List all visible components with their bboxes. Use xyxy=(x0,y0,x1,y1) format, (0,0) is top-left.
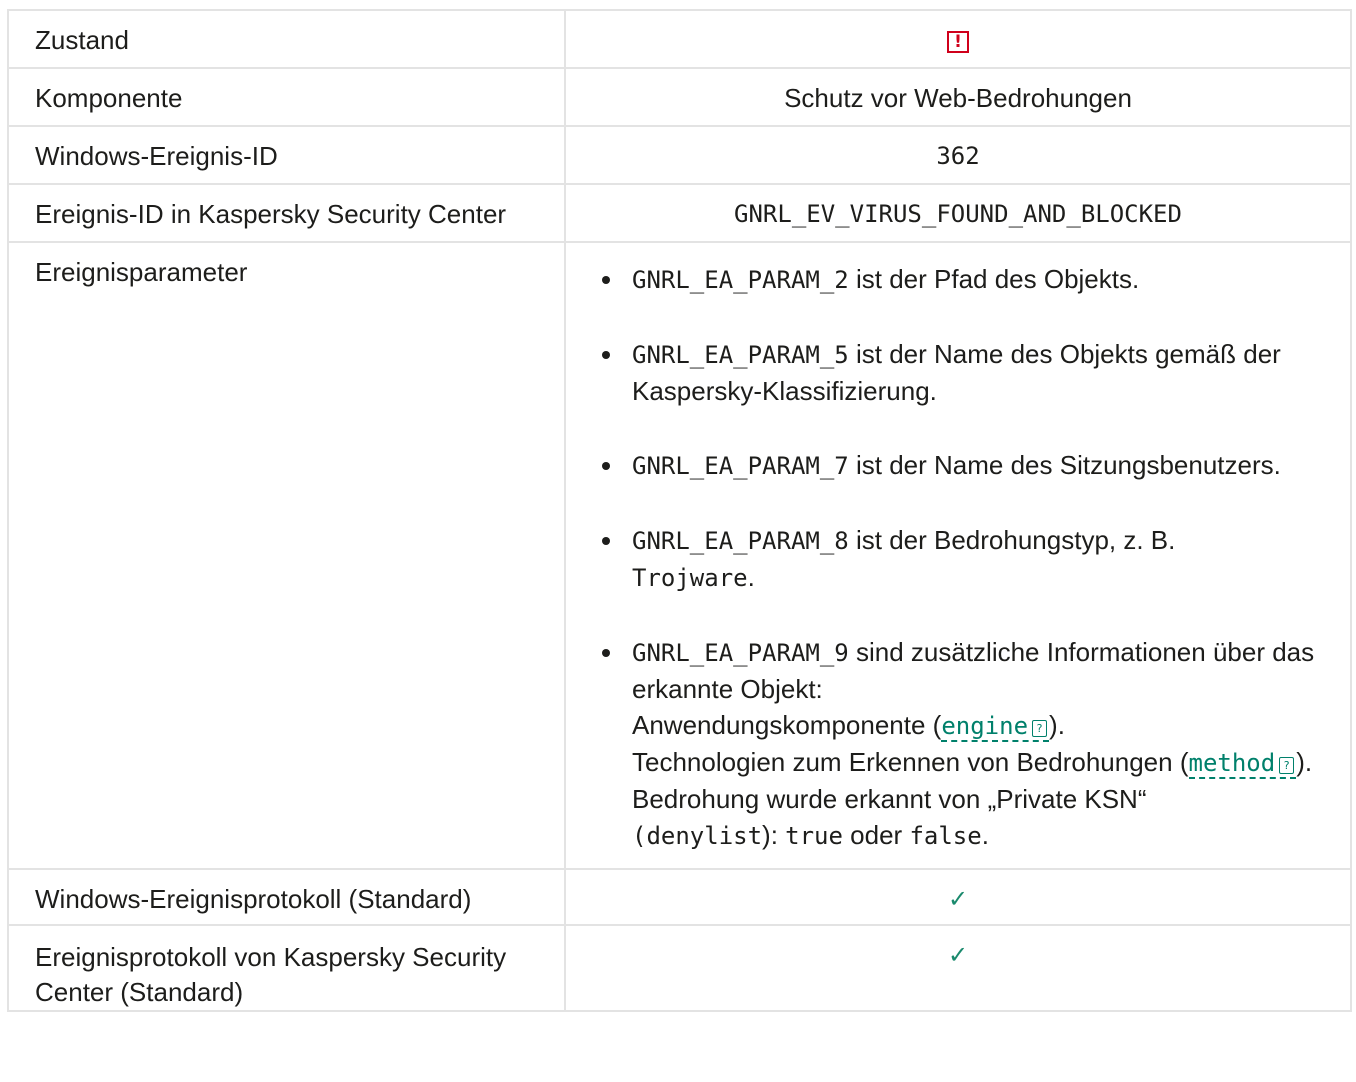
row-value: 362 xyxy=(564,125,1352,185)
row-value: GNRL_EA_PARAM_2 ist der Pfad des Objekts… xyxy=(564,241,1352,870)
table-row: Zustand ! xyxy=(7,9,1352,69)
list-item: GNRL_EA_PARAM_5 ist der Name des Objekts… xyxy=(602,336,1330,409)
row-label: Ereignisparameter xyxy=(7,241,566,870)
table-row: Windows-Ereignis-ID 362 xyxy=(7,125,1352,185)
parameter-list: GNRL_EA_PARAM_2 ist der Pfad des Objekts… xyxy=(566,243,1350,868)
row-value: ! xyxy=(564,9,1352,69)
help-icon[interactable]: ? xyxy=(1032,720,1048,737)
row-label: Komponente xyxy=(7,67,566,127)
list-item: GNRL_EA_PARAM_2 ist der Pfad des Objekts… xyxy=(602,261,1330,298)
warning-icon: ! xyxy=(947,31,969,53)
row-label: Ereignisprotokoll von Kaspersky Security… xyxy=(7,924,566,1012)
row-value: ✓ xyxy=(564,924,1352,1012)
row-label: Windows-Ereignisprotokoll (Standard) xyxy=(7,868,566,926)
row-label: Ereignis-ID in Kaspersky Security Center xyxy=(7,183,566,243)
list-item: GNRL_EA_PARAM_7 ist der Name des Sitzung… xyxy=(602,447,1330,484)
engine-link[interactable]: engine? xyxy=(941,712,1050,742)
row-value: GNRL_EV_VIRUS_FOUND_AND_BLOCKED xyxy=(564,183,1352,243)
row-label: Zustand xyxy=(7,9,566,69)
list-item: GNRL_EA_PARAM_8 ist der Bedrohungstyp, z… xyxy=(602,522,1330,596)
table-row: Ereignisparameter GNRL_EA_PARAM_2 ist de… xyxy=(7,241,1352,870)
check-icon: ✓ xyxy=(947,886,969,913)
row-label: Windows-Ereignis-ID xyxy=(7,125,566,185)
method-link[interactable]: method? xyxy=(1188,749,1297,779)
list-item: GNRL_EA_PARAM_9 sind zusätzliche Informa… xyxy=(602,634,1330,854)
event-table: Zustand ! Komponente Schutz vor Web-Bedr… xyxy=(7,9,1352,1012)
table-row: Ereignisprotokoll von Kaspersky Security… xyxy=(7,924,1352,1012)
table-row: Komponente Schutz vor Web-Bedrohungen xyxy=(7,67,1352,127)
row-value: ✓ xyxy=(564,868,1352,926)
table-row: Ereignis-ID in Kaspersky Security Center… xyxy=(7,183,1352,243)
help-icon[interactable]: ? xyxy=(1279,757,1295,774)
check-icon: ✓ xyxy=(947,942,969,969)
table-row: Windows-Ereignisprotokoll (Standard) ✓ xyxy=(7,868,1352,926)
row-value: Schutz vor Web-Bedrohungen xyxy=(564,67,1352,127)
